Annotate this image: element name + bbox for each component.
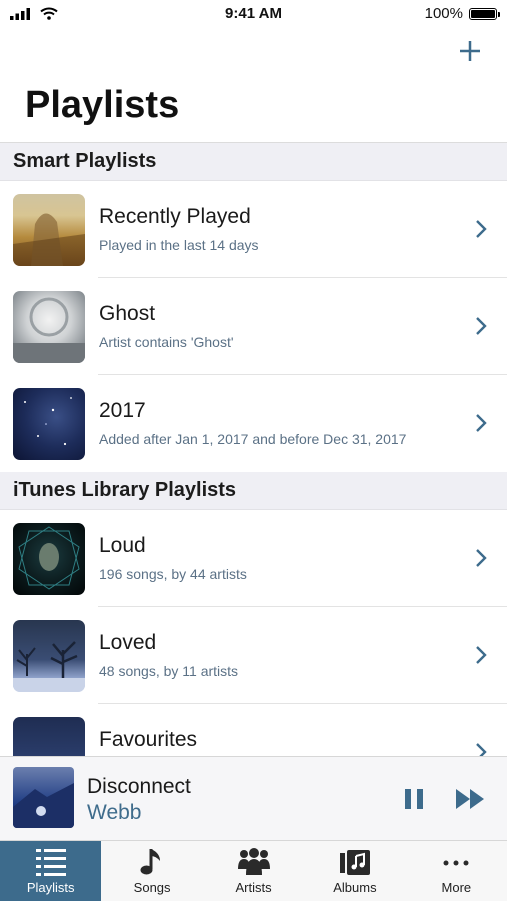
status-right: 100% xyxy=(424,5,500,22)
playlist-row-recently-played[interactable]: Recently Played Played in the last 14 da… xyxy=(0,181,507,278)
playlists-icon xyxy=(35,849,66,876)
playlist-title: Favourites xyxy=(99,728,198,751)
albums-icon xyxy=(339,850,370,875)
playlist-title: Loved xyxy=(99,631,157,654)
playlist-artwork xyxy=(13,620,85,692)
fast-forward-button[interactable] xyxy=(454,787,486,811)
status-bar: 9:41 AM 100% xyxy=(0,0,507,28)
chevron-right-icon xyxy=(476,220,487,238)
pause-icon xyxy=(405,789,423,809)
tab-label: Songs xyxy=(133,880,171,895)
battery-icon xyxy=(469,7,500,20)
playlist-row-loved[interactable]: Loved 48 songs, by 11 artists xyxy=(0,607,507,704)
section-header-itunes-library-playlists: iTunes Library Playlists xyxy=(0,472,507,510)
tab-artists[interactable]: Artists xyxy=(203,841,304,901)
playlist-title: Recently Played xyxy=(99,205,251,228)
playlist-artwork xyxy=(13,291,85,363)
artists-icon xyxy=(237,848,270,875)
playlist-row-favourites[interactable]: Favourites xyxy=(0,704,507,757)
tab-label: More xyxy=(441,880,472,895)
playlist-artwork xyxy=(13,717,85,757)
playlist-subtitle: Artist contains 'Ghost' xyxy=(99,334,234,350)
playlist-title: Loud xyxy=(99,534,146,557)
playlist-subtitle: 48 songs, by 11 artists xyxy=(99,663,239,679)
playlist-title: Ghost xyxy=(99,302,156,325)
chevron-right-icon xyxy=(476,317,487,335)
chevron-right-icon xyxy=(476,646,487,664)
tab-bar: Playlists Songs Artists Albums More xyxy=(0,840,507,901)
pause-button[interactable] xyxy=(402,787,426,811)
playlist-row-2017[interactable]: 2017 Added after Jan 1, 2017 and before … xyxy=(0,375,507,472)
section-header-smart-playlists: Smart Playlists xyxy=(0,143,507,181)
now-playing-bar[interactable]: Disconnect Webb xyxy=(0,756,507,841)
more-icon xyxy=(443,860,469,866)
now-playing-title: Disconnect xyxy=(87,775,191,798)
now-playing-artist: Webb xyxy=(87,801,142,824)
playlist-subtitle: 196 songs, by 44 artists xyxy=(99,566,247,582)
battery-percent: 100% xyxy=(424,5,463,22)
chevron-right-icon xyxy=(476,414,487,432)
chevron-right-icon xyxy=(476,743,487,757)
playlist-artwork xyxy=(13,388,85,460)
tab-label: Artists xyxy=(235,880,272,895)
playlist-title: 2017 xyxy=(99,399,146,422)
tab-songs[interactable]: Songs xyxy=(101,841,202,901)
page-title: Playlists xyxy=(25,84,180,126)
playlist-subtitle: Played in the last 14 days xyxy=(99,237,259,253)
tab-playlists[interactable]: Playlists xyxy=(0,841,102,901)
chevron-right-icon xyxy=(476,549,487,567)
plus-icon xyxy=(460,41,480,61)
playlist-artwork xyxy=(13,523,85,595)
fast-forward-icon xyxy=(456,789,484,809)
add-playlist-button[interactable] xyxy=(455,36,485,66)
tab-label: Playlists xyxy=(26,880,75,895)
playlist-row-ghost[interactable]: Ghost Artist contains 'Ghost' xyxy=(0,278,507,375)
playlist-artwork xyxy=(13,194,85,266)
playlist-subtitle: Added after Jan 1, 2017 and before Dec 3… xyxy=(99,431,407,447)
now-playing-artwork[interactable] xyxy=(13,767,74,828)
playlist-row-loud[interactable]: Loud 196 songs, by 44 artists xyxy=(0,510,507,607)
music-note-icon xyxy=(140,849,161,875)
tab-more[interactable]: More xyxy=(406,841,507,901)
tab-albums[interactable]: Albums xyxy=(304,841,405,901)
playlist-list[interactable]: Smart Playlists Recently Played Played i… xyxy=(0,142,507,757)
tab-label: Albums xyxy=(333,880,377,895)
